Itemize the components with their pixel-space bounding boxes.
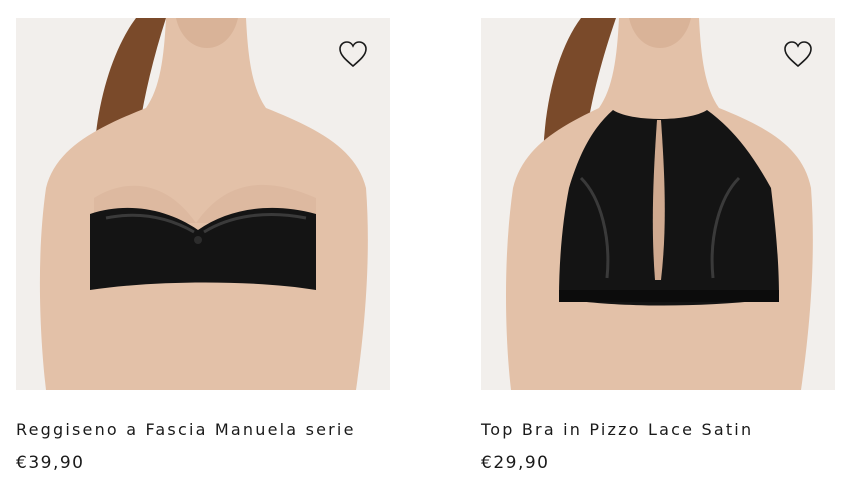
product-name[interactable]: Top Bra in Pizzo Lace Satin <box>481 420 835 439</box>
heart-outline-icon <box>784 41 812 68</box>
wishlist-button[interactable] <box>338 40 368 68</box>
product-price: €39,90 <box>16 453 85 473</box>
product-grid: Reggiseno a Fascia Manuela serie €39,90 <box>0 0 861 481</box>
product-name[interactable]: Reggiseno a Fascia Manuela serie <box>16 420 390 439</box>
product-photo-illustration <box>16 18 390 390</box>
wishlist-button[interactable] <box>783 40 813 68</box>
product-image[interactable] <box>16 18 390 390</box>
product-image[interactable] <box>481 18 835 390</box>
product-photo-illustration <box>481 18 835 390</box>
heart-outline-icon <box>339 41 367 68</box>
product-price: €29,90 <box>481 453 550 473</box>
product-card[interactable]: Reggiseno a Fascia Manuela serie €39,90 <box>16 18 390 473</box>
product-card[interactable]: Top Bra in Pizzo Lace Satin €29,90 <box>481 18 835 473</box>
